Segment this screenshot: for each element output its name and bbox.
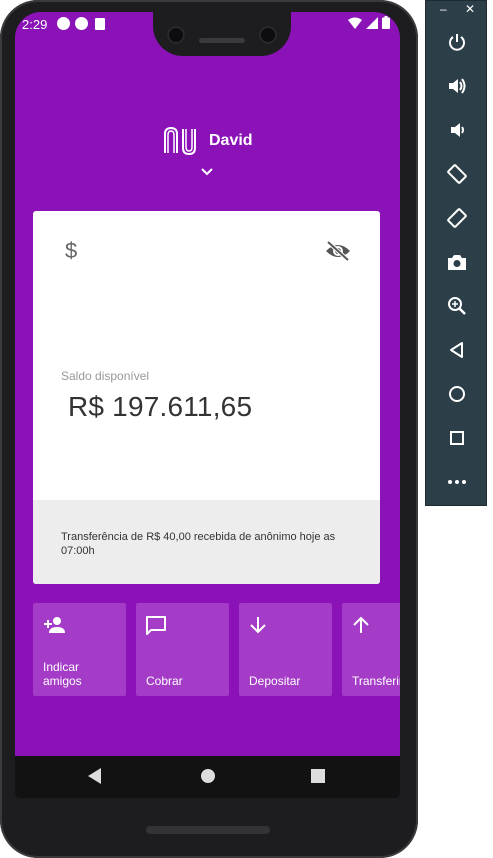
zoom-icon[interactable] [445, 294, 469, 318]
dollar-icon: $ [65, 238, 78, 263]
camera-icon[interactable] [445, 250, 469, 274]
last-transaction-text: Transferência de R$ 40,00 recebida de an… [61, 531, 336, 557]
wifi-icon [348, 17, 362, 29]
signal-icon [366, 16, 378, 29]
sd-card-icon [95, 18, 105, 30]
user-name[interactable]: David [209, 132, 253, 150]
last-transaction[interactable]: Transferência de R$ 40,00 recebida de an… [33, 500, 380, 584]
overview-icon[interactable] [445, 426, 469, 450]
balance-label: Saldo disponível [61, 369, 150, 383]
app-screen: 2:29 David $ Saldo disponível R$ 197.611… [15, 12, 400, 798]
arrow-down-icon [250, 617, 266, 634]
more-icon[interactable] [445, 470, 469, 494]
nubank-logo [164, 126, 196, 156]
nav-home-icon[interactable] [199, 767, 217, 785]
nav-overview-icon[interactable] [310, 767, 326, 785]
account-card[interactable]: $ Saldo disponível R$ 197.611,65 Transfe… [33, 211, 380, 584]
power-icon[interactable] [445, 30, 469, 54]
rotate-right-icon[interactable] [445, 206, 469, 230]
tile-label: Indicar amigos [43, 660, 82, 688]
close-icon[interactable]: ✕ [465, 2, 475, 16]
home-icon[interactable] [445, 382, 469, 406]
android-nav-bar [15, 756, 400, 798]
bottom-speaker [146, 826, 270, 834]
tile-label: Cobrar [146, 674, 183, 688]
rotate-left-icon[interactable] [445, 162, 469, 186]
hide-balance-icon[interactable] [325, 240, 351, 262]
tile-depositar[interactable]: Depositar [239, 603, 332, 696]
battery-icon [382, 16, 390, 29]
person-add-icon [44, 617, 65, 633]
notification-icon [57, 17, 70, 30]
tile-label: Depositar [249, 674, 301, 688]
minimize-icon[interactable]: – [440, 2, 447, 16]
volume-down-icon[interactable] [445, 118, 469, 142]
volume-up-icon[interactable] [445, 74, 469, 98]
emulator-toolbar: – ✕ [425, 0, 487, 506]
tile-transferir[interactable]: Transferir [342, 603, 400, 696]
system-icons [348, 16, 390, 29]
tile-label: Transferir [352, 674, 400, 688]
tile-indicar-amigos[interactable]: Indicar amigos [33, 603, 126, 696]
back-icon[interactable] [445, 338, 469, 362]
chevron-down-icon[interactable] [200, 167, 214, 176]
tile-cobrar[interactable]: Cobrar [136, 603, 229, 696]
shortcut-bar[interactable]: Indicar amigos Cobrar Depositar Transfer… [33, 603, 400, 697]
balance-value: R$ 197.611,65 [68, 391, 253, 422]
arrow-up-icon [353, 616, 369, 633]
nav-back-icon[interactable] [87, 767, 103, 785]
camera-notch [153, 12, 291, 56]
phone-frame: 2:29 David $ Saldo disponível R$ 197.611… [0, 0, 418, 858]
notification-icon [75, 17, 88, 30]
chat-icon [146, 616, 166, 635]
status-time: 2:29 [22, 17, 48, 32]
